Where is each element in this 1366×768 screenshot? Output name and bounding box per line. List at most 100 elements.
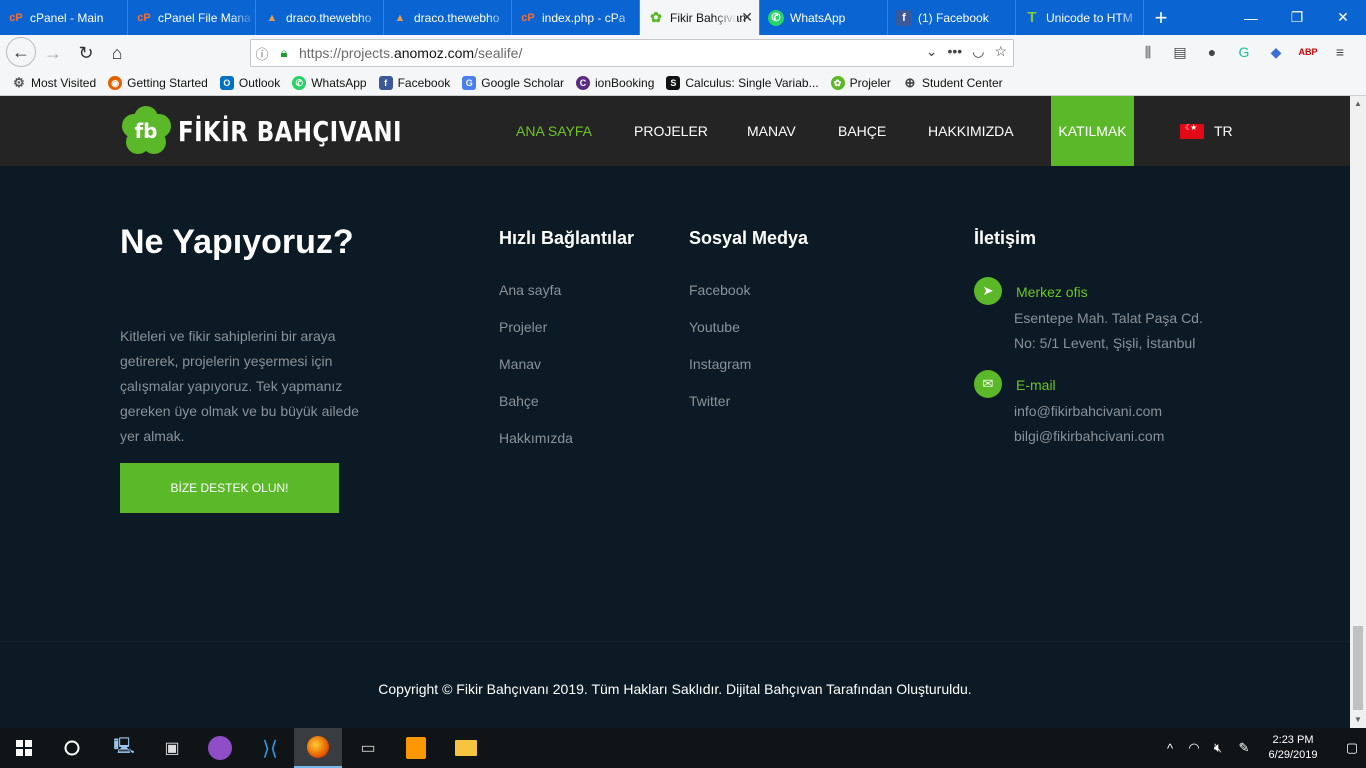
github-desktop-icon[interactable] bbox=[196, 728, 244, 768]
cortana-search-icon[interactable] bbox=[48, 728, 96, 768]
sidebar-icon[interactable]: ▤ bbox=[1168, 37, 1192, 67]
bookmark-item[interactable]: G Google Scholar bbox=[462, 76, 564, 90]
home-icon[interactable]: ⌂ bbox=[101, 37, 133, 69]
new-tab-button[interactable]: + bbox=[1144, 0, 1178, 35]
url-text[interactable]: https://projects.anomoz.com/sealife/ bbox=[299, 45, 522, 61]
nav-about[interactable]: HAKKIMIZDA bbox=[928, 96, 1014, 166]
footer-link-manav[interactable]: Manav bbox=[499, 356, 541, 372]
bookmarks-bar: ⚙ Most Visited ◉ Getting Started O Outlook … bbox=[0, 71, 1366, 96]
bookmark-item[interactable]: ⚙ Most Visited bbox=[12, 75, 96, 90]
social-link-instagram[interactable]: Instagram bbox=[689, 356, 751, 372]
info-icon[interactable]: ⓘ bbox=[251, 44, 273, 63]
browser-tab[interactable]: cP cPanel File Mana bbox=[128, 0, 256, 35]
about-text: Kitleleri ve fikir sahiplerini bir araya… bbox=[120, 328, 359, 444]
page-scrollbar[interactable]: ▲ ▼ bbox=[1350, 96, 1366, 728]
close-window-icon[interactable]: ✕ bbox=[1320, 0, 1366, 35]
grammarly-icon[interactable]: G bbox=[1232, 37, 1256, 67]
scroll-up-icon[interactable]: ▲ bbox=[1350, 96, 1366, 112]
chevron-up-icon[interactable]: ^ bbox=[1158, 741, 1182, 756]
footer-link-projects[interactable]: Projeler bbox=[499, 319, 547, 335]
globe-icon: ⊕ bbox=[904, 75, 916, 90]
volume-mute-icon[interactable]: 🔇︎ bbox=[1206, 740, 1230, 756]
social-link-facebook[interactable]: Facebook bbox=[689, 282, 750, 298]
scholar-icon: G bbox=[462, 76, 477, 90]
windows-start-icon[interactable] bbox=[0, 728, 48, 768]
firefox-icon: ◉ bbox=[108, 76, 123, 90]
email-address[interactable]: bilgi@fikirbahcivani.com bbox=[1014, 428, 1164, 444]
footer-link-about[interactable]: Hakkımızda bbox=[499, 430, 573, 446]
address-bar[interactable]: ⓘ 🔒︎ https://projects.anomoz.com/sealife… bbox=[250, 39, 1014, 67]
taskbar-clock[interactable]: 2:23 PM 6/29/2019 bbox=[1258, 733, 1328, 763]
draco-icon: ▲ bbox=[266, 11, 278, 24]
clover-logo-icon: fb bbox=[120, 106, 172, 156]
close-tab-icon[interactable]: ✕ bbox=[741, 9, 753, 26]
back-button[interactable]: ← bbox=[6, 37, 36, 67]
turkey-flag-icon bbox=[1180, 123, 1204, 139]
address-line: Esentepe Mah. Talat Paşa Cd. bbox=[1014, 310, 1203, 326]
vscode-icon[interactable]: ⟩⟨ bbox=[246, 728, 294, 768]
nav-manav[interactable]: MANAV bbox=[747, 96, 796, 166]
scroll-down-icon[interactable]: ▼ bbox=[1350, 712, 1366, 728]
bookmark-item[interactable]: CionBooking bbox=[576, 76, 654, 90]
bookmark-item[interactable]: ✆ WhatsApp bbox=[292, 76, 367, 90]
site-header: fb FİKİR BAHÇIVANI ANA SAYFA PROJELER MA… bbox=[0, 96, 1350, 166]
pocket-icon[interactable]: ◡ bbox=[972, 43, 984, 60]
browser-tab[interactable]: T Unicode to HTM bbox=[1016, 0, 1144, 35]
restore-icon[interactable]: ❐ bbox=[1274, 0, 1320, 35]
browser-tab[interactable]: ▲ draco.thewebho bbox=[256, 0, 384, 35]
extension-icon[interactable]: ◆ bbox=[1264, 37, 1288, 67]
language-selector[interactable]: TR bbox=[1180, 96, 1233, 166]
library-icon[interactable]: ⫼ bbox=[1136, 37, 1160, 67]
ionbooking-icon: C bbox=[576, 76, 590, 90]
browser-tab[interactable]: ✆ WhatsApp bbox=[760, 0, 888, 35]
firefox-taskbar-icon[interactable] bbox=[294, 728, 342, 768]
bookmark-star-icon[interactable]: ☆ bbox=[994, 43, 1007, 60]
forward-button[interactable]: → bbox=[37, 37, 69, 69]
bookmark-item[interactable]: ◉ Getting Started bbox=[108, 76, 208, 90]
more-icon[interactable]: ••• bbox=[948, 43, 963, 60]
social-link-youtube[interactable]: Youtube bbox=[689, 319, 740, 335]
footer-link-garden[interactable]: Bahçe bbox=[499, 393, 539, 409]
browser-tab[interactable]: f (1) Facebook bbox=[888, 0, 1016, 35]
file-explorer-icon[interactable] bbox=[442, 728, 490, 768]
support-button[interactable]: BİZE DESTEK OLUN! bbox=[120, 463, 339, 513]
site-logo[interactable]: fb FİKİR BAHÇIVANI bbox=[120, 106, 451, 156]
adblock-icon[interactable]: ABP bbox=[1296, 37, 1320, 67]
browser-tab[interactable]: ▲ draco.thewebho bbox=[384, 0, 512, 35]
about-title: Ne Yapıyoruz? bbox=[120, 223, 354, 261]
nav-home[interactable]: ANA SAYFA bbox=[516, 96, 592, 166]
menu-icon[interactable]: ≡ bbox=[1328, 37, 1352, 67]
this-pc-icon[interactable]: 🖳︎ bbox=[100, 728, 148, 768]
lock-icon[interactable]: 🔒︎ bbox=[273, 45, 295, 61]
wifi-icon[interactable]: ◠ bbox=[1182, 740, 1206, 756]
browser-tab[interactable]: cP index.php - cPa bbox=[512, 0, 640, 35]
whatsapp-icon: ✆ bbox=[292, 76, 307, 90]
bookmark-item[interactable]: f Facebook bbox=[378, 76, 450, 90]
footer-link-home[interactable]: Ana sayfa bbox=[499, 282, 561, 298]
email-address[interactable]: info@fikirbahcivani.com bbox=[1014, 403, 1162, 419]
scrollbar-thumb[interactable] bbox=[1353, 626, 1363, 710]
cpanel-icon: cP bbox=[521, 11, 535, 24]
pen-icon[interactable]: ✎ bbox=[1230, 740, 1258, 756]
nav-garden[interactable]: BAHÇE bbox=[838, 96, 886, 166]
sublime-text-icon[interactable] bbox=[392, 728, 440, 768]
photos-icon[interactable]: ▣ bbox=[148, 728, 196, 768]
browser-tab[interactable]: cP cPanel - Main bbox=[0, 0, 128, 35]
notifications-icon[interactable]: ▢ bbox=[1338, 728, 1366, 768]
terminal-icon[interactable]: ▭ bbox=[344, 728, 392, 768]
browser-tab-active[interactable]: ✿ Fikir Bahçıvan ✕ bbox=[640, 0, 760, 35]
social-title: Sosyal Medya bbox=[689, 228, 809, 248]
draco-icon: ▲ bbox=[394, 11, 406, 24]
reload-icon[interactable]: ↻ bbox=[70, 37, 102, 69]
minimize-icon[interactable]: — bbox=[1228, 0, 1274, 35]
bookmark-item[interactable]: ✿ Projeler bbox=[830, 76, 891, 90]
account-icon[interactable]: ● bbox=[1200, 37, 1224, 67]
nav-projects[interactable]: PROJELER bbox=[634, 96, 708, 166]
join-button[interactable]: KATILMAK bbox=[1051, 96, 1134, 166]
chevron-down-icon[interactable]: ⌄ bbox=[926, 43, 938, 60]
bookmark-item[interactable]: O Outlook bbox=[219, 76, 280, 90]
bookmark-item[interactable]: S Calculus: Single Variab... bbox=[666, 76, 819, 90]
bookmark-item[interactable]: ⊕ Student Center bbox=[903, 75, 1002, 90]
browser-toolbar: ← → ↻ ⌂ ⓘ 🔒︎ https://projects.anomoz.com… bbox=[0, 35, 1366, 71]
social-link-twitter[interactable]: Twitter bbox=[689, 393, 730, 409]
